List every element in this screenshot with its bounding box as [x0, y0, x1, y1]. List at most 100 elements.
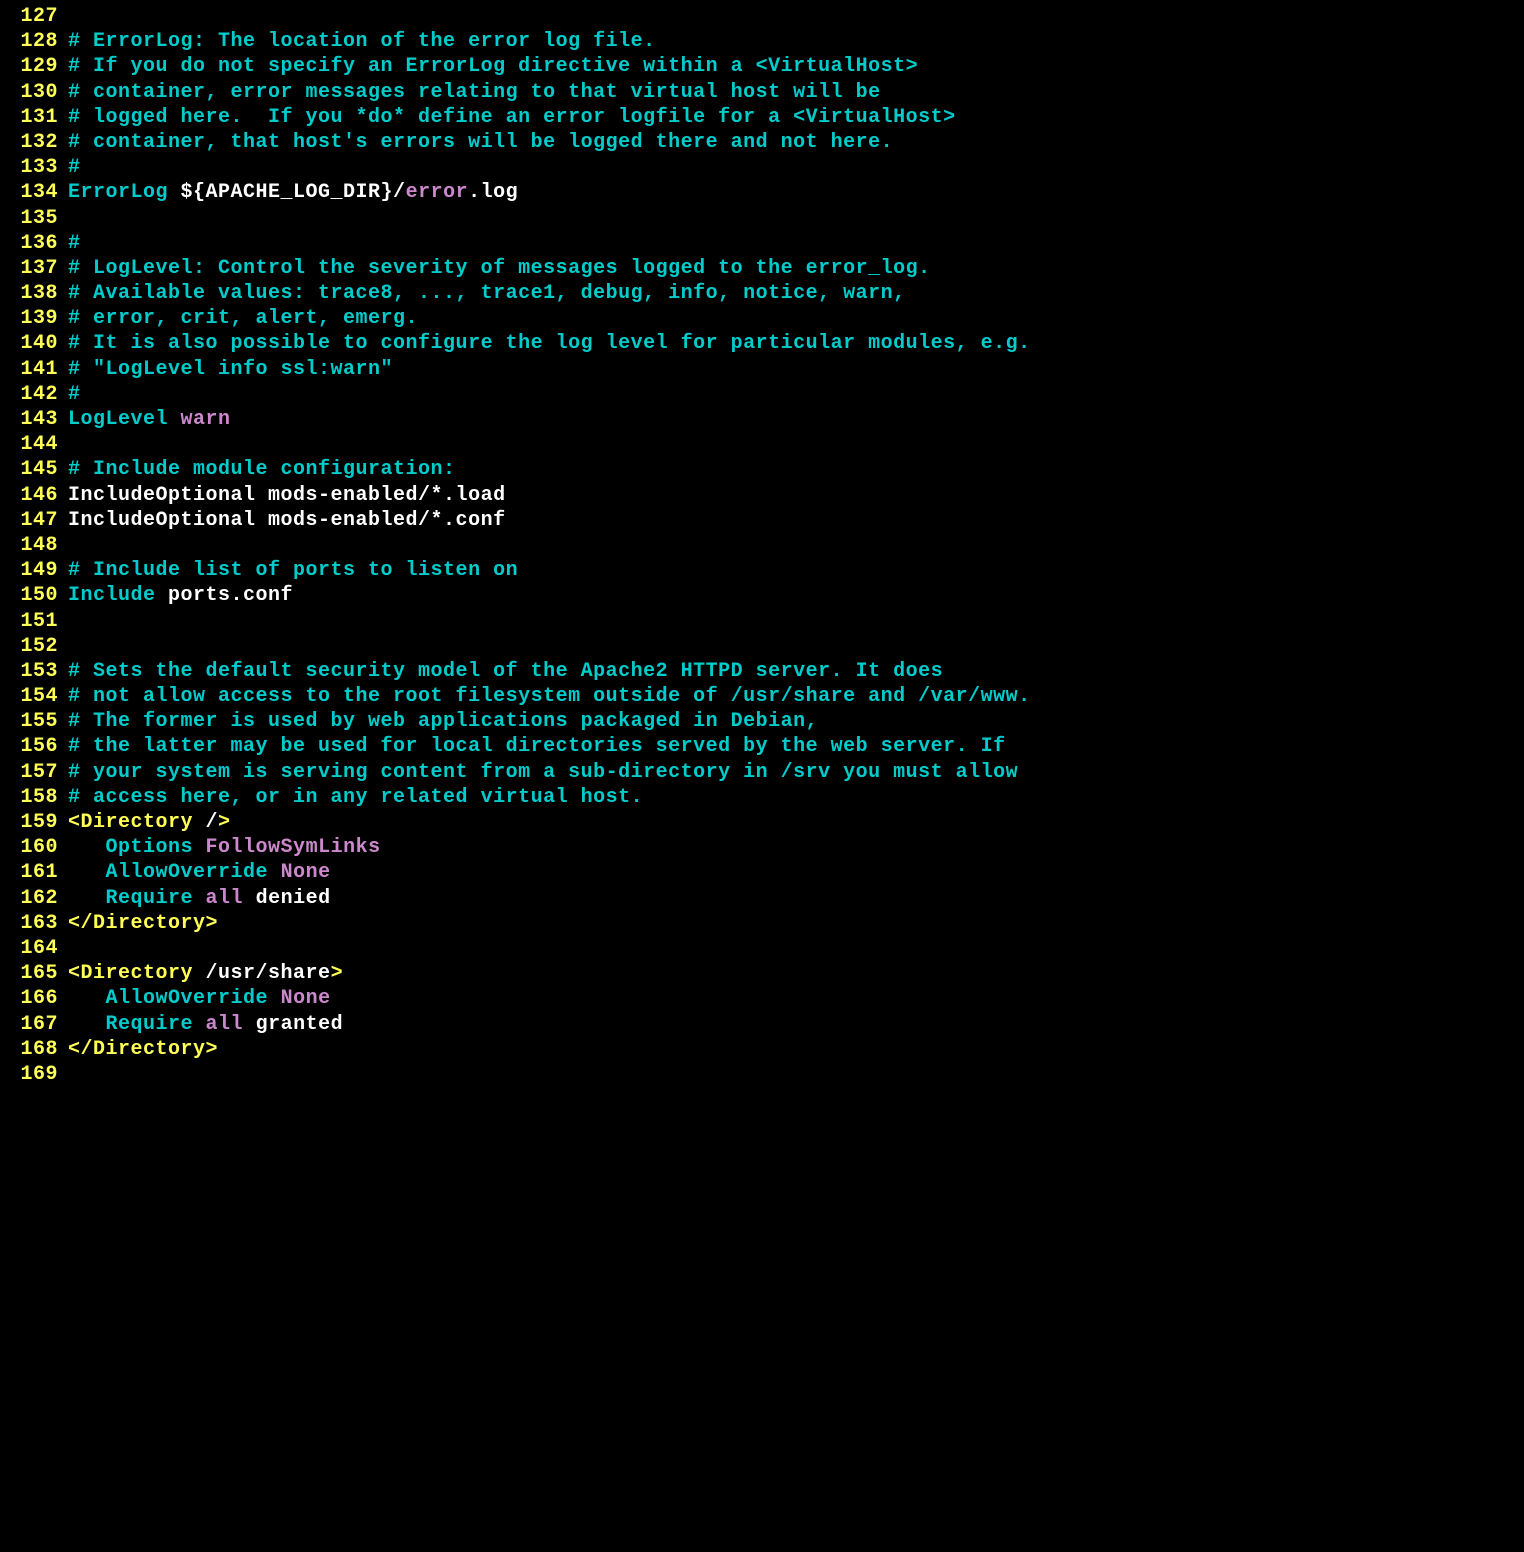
code-line[interactable]: 148	[0, 533, 1524, 558]
line-number: 156	[0, 734, 68, 759]
token: # Include module configuration:	[68, 458, 456, 481]
code-line[interactable]: 162 Require all denied	[0, 886, 1524, 911]
line-number: 154	[0, 684, 68, 709]
token	[68, 836, 106, 859]
token: granted	[243, 1013, 343, 1036]
token: # error, crit, alert, emerg.	[68, 307, 418, 330]
token: #	[68, 156, 81, 179]
code-line[interactable]: 166 AllowOverride None	[0, 986, 1524, 1011]
code-line[interactable]: 149# Include list of ports to listen on	[0, 558, 1524, 583]
code-line[interactable]: 156# the latter may be used for local di…	[0, 734, 1524, 759]
code-editor[interactable]: 127128# ErrorLog: The location of the er…	[0, 0, 1524, 1091]
code-line[interactable]: 153# Sets the default security model of …	[0, 659, 1524, 684]
code-line[interactable]: 151	[0, 609, 1524, 634]
code-line[interactable]: 159<Directory />	[0, 810, 1524, 835]
code-content: # your system is serving content from a …	[68, 760, 1524, 785]
code-line[interactable]: 141# "LogLevel info ssl:warn"	[0, 357, 1524, 382]
line-number: 169	[0, 1062, 68, 1087]
code-line[interactable]: 136#	[0, 231, 1524, 256]
token	[268, 861, 281, 884]
token: # The former is used by web applications…	[68, 710, 818, 733]
token: <Directory	[68, 962, 206, 985]
token: None	[281, 987, 331, 1010]
code-line[interactable]: 145# Include module configuration:	[0, 457, 1524, 482]
token	[193, 1013, 206, 1036]
code-content: Require all granted	[68, 1012, 1524, 1037]
line-number: 150	[0, 583, 68, 608]
code-line[interactable]: 147IncludeOptional mods-enabled/*.conf	[0, 508, 1524, 533]
code-line[interactable]: 127	[0, 4, 1524, 29]
line-number: 146	[0, 483, 68, 508]
code-line[interactable]: 165<Directory /usr/share>	[0, 961, 1524, 986]
line-number: 159	[0, 810, 68, 835]
token: IncludeOptional mods-enabled/*.conf	[68, 509, 506, 532]
token: /usr/share	[206, 962, 331, 985]
code-line[interactable]: 142#	[0, 382, 1524, 407]
code-line[interactable]: 137# LogLevel: Control the severity of m…	[0, 256, 1524, 281]
token: >	[331, 962, 344, 985]
code-line[interactable]: 139# error, crit, alert, emerg.	[0, 306, 1524, 331]
code-line[interactable]: 163</Directory>	[0, 911, 1524, 936]
code-line[interactable]: 131# logged here. If you *do* define an …	[0, 105, 1524, 130]
code-line[interactable]: 132# container, that host's errors will …	[0, 130, 1524, 155]
code-line[interactable]: 138# Available values: trace8, ..., trac…	[0, 281, 1524, 306]
token: Require	[106, 887, 194, 910]
token: LogLevel	[68, 408, 168, 431]
code-line[interactable]: 164	[0, 936, 1524, 961]
line-number: 139	[0, 306, 68, 331]
code-line[interactable]: 167 Require all granted	[0, 1012, 1524, 1037]
code-line[interactable]: 144	[0, 432, 1524, 457]
code-content: IncludeOptional mods-enabled/*.conf	[68, 508, 1524, 533]
token: /	[206, 811, 219, 834]
token: # LogLevel: Control the severity of mess…	[68, 257, 931, 280]
code-content: <Directory />	[68, 810, 1524, 835]
line-number: 140	[0, 331, 68, 356]
code-content: Include ports.conf	[68, 583, 1524, 608]
code-line[interactable]: 158# access here, or in any related virt…	[0, 785, 1524, 810]
token: # access here, or in any related virtual…	[68, 786, 643, 809]
token: error	[406, 181, 469, 204]
code-line[interactable]: 128# ErrorLog: The location of the error…	[0, 29, 1524, 54]
code-line[interactable]: 154# not allow access to the root filesy…	[0, 684, 1524, 709]
code-content: # error, crit, alert, emerg.	[68, 306, 1524, 331]
line-number: 165	[0, 961, 68, 986]
line-number: 135	[0, 206, 68, 231]
token: </Directory>	[68, 1038, 218, 1061]
line-number: 152	[0, 634, 68, 659]
token: AllowOverride	[106, 861, 269, 884]
token: # Include list of ports to listen on	[68, 559, 518, 582]
code-line[interactable]: 160 Options FollowSymLinks	[0, 835, 1524, 860]
token: Require	[106, 1013, 194, 1036]
code-line[interactable]: 140# It is also possible to configure th…	[0, 331, 1524, 356]
code-line[interactable]: 150Include ports.conf	[0, 583, 1524, 608]
line-number: 147	[0, 508, 68, 533]
code-content: # If you do not specify an ErrorLog dire…	[68, 54, 1524, 79]
token: #	[68, 232, 81, 255]
code-line[interactable]: 168</Directory>	[0, 1037, 1524, 1062]
code-line[interactable]: 169	[0, 1062, 1524, 1087]
code-content	[68, 4, 1524, 29]
token: Options	[106, 836, 194, 859]
code-line[interactable]: 155# The former is used by web applicati…	[0, 709, 1524, 734]
code-line[interactable]: 161 AllowOverride None	[0, 860, 1524, 885]
code-line[interactable]: 133#	[0, 155, 1524, 180]
code-line[interactable]: 134ErrorLog ${APACHE_LOG_DIR}/error.log	[0, 180, 1524, 205]
code-line[interactable]: 130# container, error messages relating …	[0, 80, 1524, 105]
code-content: #	[68, 382, 1524, 407]
line-number: 163	[0, 911, 68, 936]
code-line[interactable]: 143LogLevel warn	[0, 407, 1524, 432]
line-number: 143	[0, 407, 68, 432]
token: denied	[243, 887, 331, 910]
token: warn	[181, 408, 231, 431]
code-content: </Directory>	[68, 911, 1524, 936]
code-content	[68, 206, 1524, 231]
token: # "LogLevel info ssl:warn"	[68, 358, 393, 381]
code-line[interactable]: 152	[0, 634, 1524, 659]
code-line[interactable]: 135	[0, 206, 1524, 231]
token: </Directory>	[68, 912, 218, 935]
code-content: # The former is used by web applications…	[68, 709, 1524, 734]
code-line[interactable]: 146IncludeOptional mods-enabled/*.load	[0, 483, 1524, 508]
token	[268, 987, 281, 1010]
code-line[interactable]: 157# your system is serving content from…	[0, 760, 1524, 785]
code-line[interactable]: 129# If you do not specify an ErrorLog d…	[0, 54, 1524, 79]
